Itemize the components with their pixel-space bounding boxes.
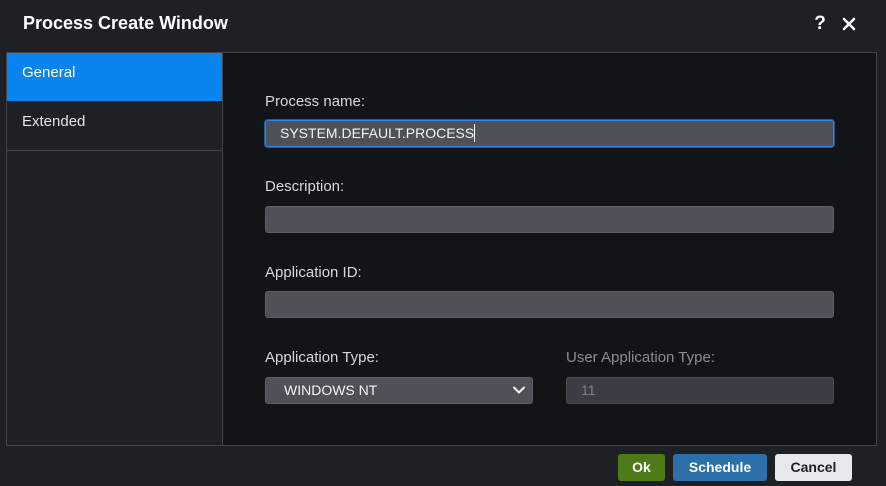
process-create-window: Process Create Window ? General Extended… (0, 0, 886, 486)
application-type-select[interactable]: WINDOWS NT (265, 377, 533, 404)
sidebar-item-general[interactable]: General (7, 53, 222, 101)
description-label: Description: (265, 178, 345, 195)
description-input[interactable] (265, 206, 834, 233)
content-frame: General Extended Process name: SYSTEM.DE… (6, 52, 877, 446)
ok-button[interactable]: Ok (618, 454, 665, 481)
dialog-footer: Ok Schedule Cancel (0, 446, 886, 486)
sidebar-item-extended[interactable]: Extended (7, 102, 222, 151)
cancel-button[interactable]: Cancel (775, 454, 852, 481)
chevron-down-icon (513, 386, 525, 394)
sidebar: General Extended (7, 53, 223, 445)
application-type-label: Application Type: (265, 349, 379, 366)
title-bar: Process Create Window ? (0, 0, 886, 50)
process-name-value: SYSTEM.DEFAULT.PROCESS (280, 125, 475, 141)
user-application-type-input: 11 (566, 377, 834, 404)
close-icon[interactable] (839, 14, 859, 34)
application-id-input[interactable] (265, 291, 834, 318)
window-title: Process Create Window (23, 13, 228, 33)
help-icon[interactable]: ? (811, 12, 829, 36)
process-name-input[interactable]: SYSTEM.DEFAULT.PROCESS (265, 120, 834, 147)
text-caret (474, 124, 476, 142)
application-id-label: Application ID: (265, 264, 362, 281)
user-application-type-label: User Application Type: (566, 349, 715, 366)
process-name-label: Process name: (265, 93, 366, 110)
application-type-value: WINDOWS NT (284, 382, 378, 398)
schedule-button[interactable]: Schedule (673, 454, 767, 481)
